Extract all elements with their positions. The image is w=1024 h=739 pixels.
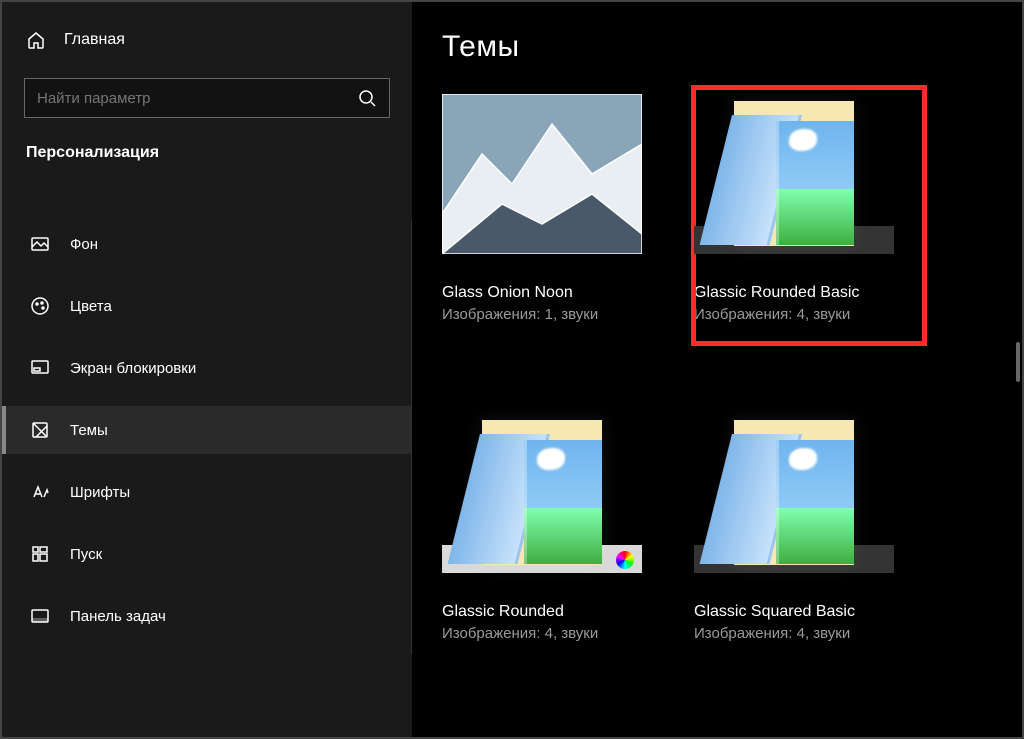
- theme-meta: Изображения: 4, звуки: [694, 625, 924, 642]
- sidebar-item-lockscreen[interactable]: Экран блокировки: [2, 344, 411, 392]
- nav-label: Панель задач: [70, 608, 166, 625]
- search-icon: [357, 88, 377, 108]
- lockscreen-icon: [30, 358, 50, 378]
- nav-label: Экран блокировки: [70, 360, 196, 377]
- sidebar-item-background[interactable]: Фон: [2, 220, 411, 268]
- nav-label: Фон: [70, 236, 98, 253]
- theme-name: Glassic Rounded: [442, 603, 672, 621]
- theme-card[interactable]: Glassic Squared Basic Изображения: 4, зв…: [694, 413, 924, 642]
- theme-thumbnail: [442, 94, 642, 254]
- scrollbar-thumb[interactable]: [1016, 342, 1020, 382]
- folder-icon: [734, 420, 854, 565]
- theme-thumbnail: [694, 94, 894, 254]
- search-box[interactable]: [24, 78, 390, 118]
- theme-thumbnail: [442, 413, 642, 573]
- theme-meta: Изображения: 1, звуки: [442, 306, 672, 323]
- nav-list: Фон Цвета Экран блокировки Темы Шрифты П…: [2, 220, 412, 654]
- theme-name: Glass Onion Noon: [442, 284, 672, 302]
- sidebar-item-taskbar[interactable]: Панель задач: [2, 592, 411, 640]
- sidebar-item-themes[interactable]: Темы: [2, 406, 411, 454]
- folder-icon: [734, 101, 854, 246]
- sidebar-item-start[interactable]: Пуск: [2, 530, 411, 578]
- home-nav[interactable]: Главная: [2, 22, 412, 58]
- home-icon: [26, 30, 46, 50]
- themes-icon: [30, 420, 50, 440]
- palette-icon: [30, 296, 50, 316]
- theme-thumbnail: [694, 413, 894, 573]
- nav-label: Пуск: [70, 546, 102, 563]
- folder-icon: [482, 420, 602, 565]
- nav-label: Шрифты: [70, 484, 130, 501]
- image-icon: [30, 234, 50, 254]
- theme-name: Glassic Rounded Basic: [694, 284, 924, 302]
- sidebar-item-colors[interactable]: Цвета: [2, 282, 411, 330]
- settings-sidebar: Главная Персонализация Фон Цвета Экран б…: [2, 2, 412, 737]
- taskbar-icon: [30, 606, 50, 626]
- section-title: Персонализация: [2, 136, 412, 180]
- page-title: Темы: [442, 30, 992, 64]
- theme-card-highlighted[interactable]: Glassic Rounded Basic Изображения: 4, зв…: [694, 88, 924, 343]
- content-area: Темы Glass Onion Noon Изображения: 1, зв…: [412, 2, 1022, 737]
- themes-grid: Glass Onion Noon Изображения: 1, звуки G…: [442, 94, 992, 642]
- sidebar-item-fonts[interactable]: Шрифты: [2, 468, 411, 516]
- theme-meta: Изображения: 4, звуки: [694, 306, 924, 323]
- home-label: Главная: [64, 31, 125, 49]
- search-input[interactable]: [37, 90, 357, 107]
- start-icon: [30, 544, 50, 564]
- theme-card[interactable]: Glassic Rounded Изображения: 4, звуки: [442, 413, 672, 642]
- theme-name: Glassic Squared Basic: [694, 603, 924, 621]
- theme-card[interactable]: Glass Onion Noon Изображения: 1, звуки: [442, 94, 672, 343]
- fonts-icon: [30, 482, 50, 502]
- color-wheel-icon: [616, 551, 634, 569]
- nav-label: Цвета: [70, 298, 112, 315]
- theme-meta: Изображения: 4, звуки: [442, 625, 672, 642]
- nav-label: Темы: [70, 422, 108, 439]
